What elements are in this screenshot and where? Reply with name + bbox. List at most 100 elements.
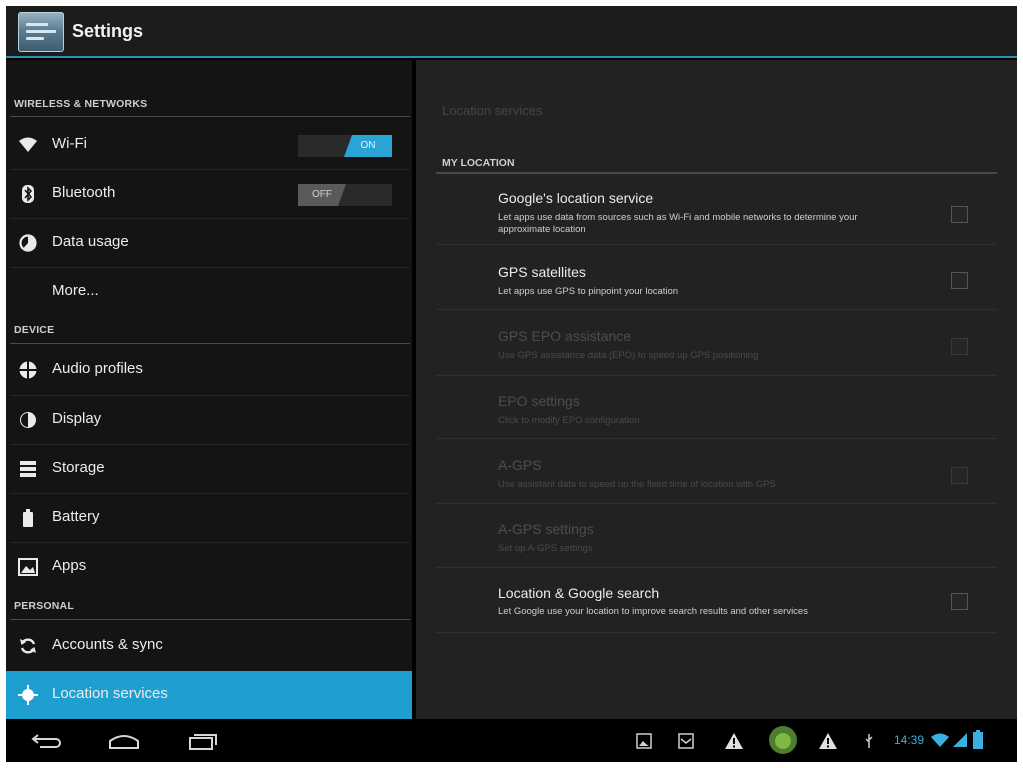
pref-summary: Use GPS assistance data (EPO) to speed u… <box>498 350 759 361</box>
sidebar-item-label: Battery <box>52 508 100 525</box>
warning-icon[interactable] <box>724 732 744 755</box>
status-clock: 14:39 <box>894 733 925 747</box>
sidebar-item-storage[interactable]: Storage <box>6 445 412 493</box>
category-divider <box>10 343 410 344</box>
toggle-state: OFF <box>298 184 346 206</box>
bluetooth-icon <box>18 184 38 204</box>
pref-title: Location & Google search <box>498 585 660 601</box>
pref-title: EPO settings <box>498 393 580 409</box>
pref-title: A-GPS settings <box>498 521 594 537</box>
android-notification-icon[interactable] <box>768 725 798 760</box>
sidebar-item-display[interactable]: Display <box>6 396 412 444</box>
settings-sidebar: WIRELESS & NETWORKS Wi-Fi ON Bluetooth O… <box>6 60 412 719</box>
pref-title: Google's location service <box>498 190 654 206</box>
battery-status-icon <box>972 730 984 755</box>
toggle-state: ON <box>344 135 392 157</box>
sidebar-item-label: Bluetooth <box>52 184 116 201</box>
action-bar: Settings <box>6 6 1017 58</box>
settings-app-icon[interactable] <box>18 12 64 52</box>
category-device: DEVICE <box>14 324 55 336</box>
image-notification-icon[interactable] <box>678 733 694 754</box>
pref-divider <box>436 567 997 568</box>
pref-divider <box>436 503 997 504</box>
battery-icon <box>18 508 38 528</box>
location-icon <box>18 685 38 705</box>
category-my-location: MY LOCATION <box>442 157 515 169</box>
page-title: Location services <box>442 103 543 118</box>
pref-gps-epo-assistance: GPS EPO assistance Use GPS assistance da… <box>436 328 997 368</box>
pref-summary: Let apps use GPS to pinpoint your locati… <box>498 286 679 297</box>
bluetooth-toggle[interactable]: OFF <box>298 184 392 206</box>
pref-title: GPS EPO assistance <box>498 328 632 344</box>
usb-icon[interactable] <box>864 733 874 754</box>
pref-title: A-GPS <box>498 457 542 473</box>
sidebar-item-label: Storage <box>52 459 105 476</box>
back-button[interactable] <box>30 731 64 756</box>
sidebar-item-label: Wi-Fi <box>52 135 87 152</box>
pref-checkbox[interactable] <box>951 272 968 289</box>
warning-icon[interactable] <box>818 732 838 755</box>
pref-summary: Let apps use data from sources such as W… <box>498 212 858 235</box>
sidebar-item-bluetooth[interactable]: Bluetooth OFF <box>6 170 412 218</box>
pref-divider <box>436 244 997 245</box>
pref-divider <box>436 375 997 376</box>
display-icon <box>18 410 38 430</box>
wifi-toggle[interactable]: ON <box>298 135 392 157</box>
sidebar-item-battery[interactable]: Battery <box>6 494 412 542</box>
pref-divider <box>436 309 997 310</box>
pref-summary: Set up A-GPS settings <box>498 543 593 554</box>
sidebar-item-wifi[interactable]: Wi-Fi ON <box>6 121 412 169</box>
sidebar-item-label: Display <box>52 410 102 427</box>
sidebar-item-apps[interactable]: Apps <box>6 543 412 591</box>
pref-summary: Use assistant data to speed up the fixed… <box>498 479 776 490</box>
sidebar-item-label: More... <box>52 282 99 299</box>
pref-checkbox <box>951 467 968 484</box>
pref-a-gps-settings: A-GPS settings Set up A-GPS settings <box>436 521 997 561</box>
recent-apps-button[interactable] <box>186 730 220 757</box>
pref-summary: Let Google use your location to improve … <box>498 606 808 617</box>
pref-divider <box>436 632 997 633</box>
audio-profiles-icon <box>18 360 38 380</box>
pref-title: GPS satellites <box>498 264 586 280</box>
home-icon <box>109 735 139 749</box>
pref-epo-settings: EPO settings Click to modify EPO configu… <box>436 393 997 433</box>
device-screen: Settings WIRELESS & NETWORKS Wi-Fi ON Bl… <box>6 6 1017 762</box>
pref-location-google-search[interactable]: Location & Google search Let Google use … <box>436 585 997 625</box>
wifi-icon <box>18 135 38 155</box>
data-usage-icon <box>18 233 38 253</box>
sidebar-item-label: Data usage <box>52 233 129 250</box>
category-personal: PERSONAL <box>14 600 74 612</box>
sync-icon <box>18 636 38 656</box>
app-title: Settings <box>72 21 144 41</box>
storage-icon <box>18 459 38 479</box>
sidebar-item-label: Accounts & sync <box>52 636 163 653</box>
pref-checkbox[interactable] <box>951 593 968 610</box>
sidebar-item-audio-profiles[interactable]: Audio profiles <box>6 346 412 394</box>
location-services-panel: Location services MY LOCATION Google's l… <box>416 60 1017 719</box>
back-icon <box>31 734 61 748</box>
wifi-signal-icon <box>930 732 950 753</box>
sidebar-item-label: Location services <box>52 685 168 702</box>
gallery-notification-icon[interactable] <box>636 733 652 754</box>
category-divider <box>10 619 410 620</box>
pref-checkbox[interactable] <box>951 206 968 223</box>
apps-icon <box>18 557 38 577</box>
sidebar-item-location-services[interactable]: Location services <box>6 671 412 719</box>
pref-divider <box>436 438 997 439</box>
category-divider <box>10 116 410 117</box>
system-bar: 14:39 <box>6 719 1017 762</box>
sidebar-item-label: Apps <box>52 557 87 574</box>
pref-summary: Click to modify EPO configuration <box>498 415 640 426</box>
pref-gps-satellites[interactable]: GPS satellites Let apps use GPS to pinpo… <box>436 264 997 304</box>
recent-apps-icon <box>189 734 217 750</box>
cell-signal-icon <box>952 732 968 753</box>
pref-google-location-service[interactable]: Google's location service Let apps use d… <box>436 190 997 242</box>
sidebar-item-data-usage[interactable]: Data usage <box>6 219 412 267</box>
sidebar-item-label: Audio profiles <box>52 360 143 377</box>
pref-a-gps: A-GPS Use assistant data to speed up the… <box>436 457 997 497</box>
home-button[interactable] <box>106 731 142 756</box>
sidebar-item-more[interactable]: More... <box>6 268 412 316</box>
sidebar-item-accounts-sync[interactable]: Accounts & sync <box>6 622 412 670</box>
pref-checkbox <box>951 338 968 355</box>
category-wireless-networks: WIRELESS & NETWORKS <box>14 98 148 110</box>
